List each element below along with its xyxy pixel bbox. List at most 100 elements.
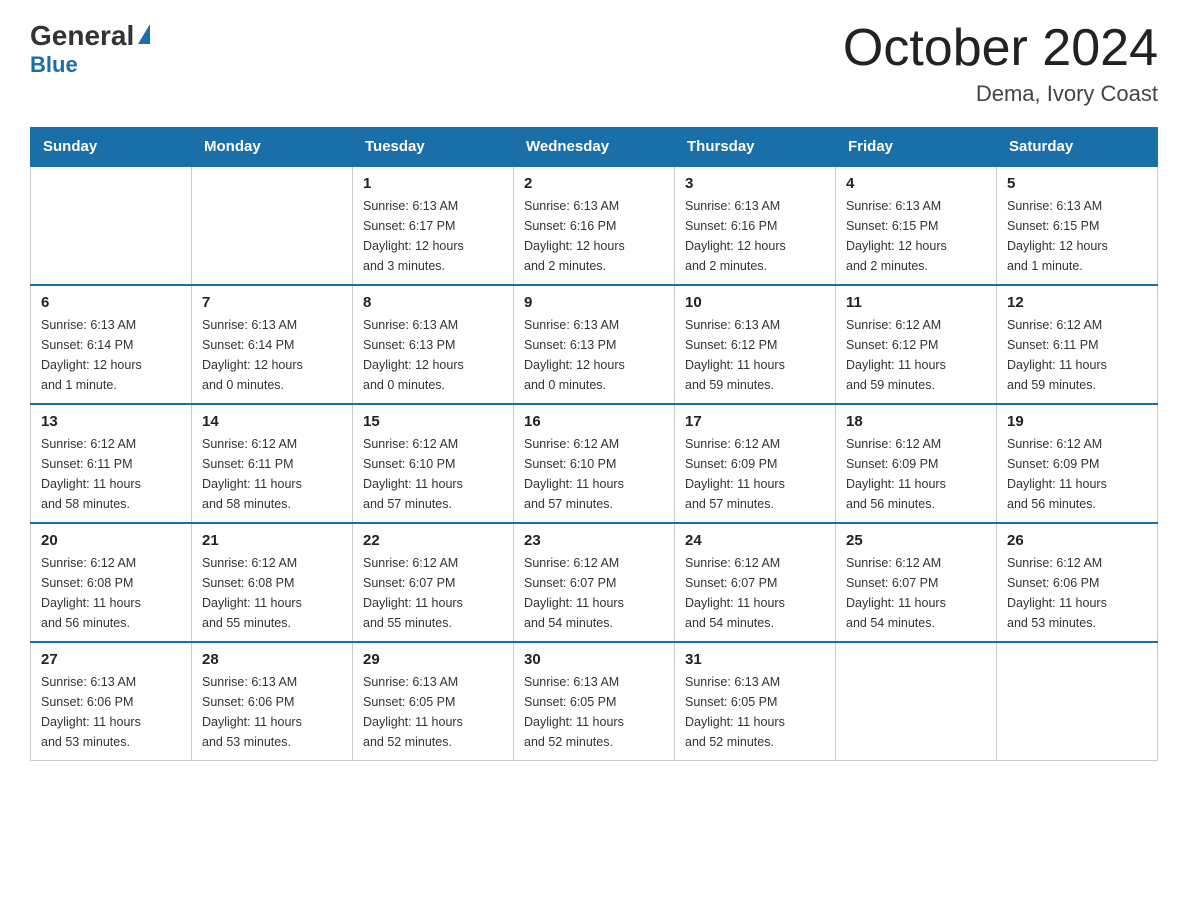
- day-number: 14: [202, 413, 342, 430]
- day-number: 17: [685, 413, 825, 430]
- calendar-cell: 18Sunrise: 6:12 AMSunset: 6:09 PMDayligh…: [836, 404, 997, 523]
- day-info: Sunrise: 6:12 AMSunset: 6:08 PMDaylight:…: [41, 553, 181, 633]
- calendar-cell: 9 Sunrise: 6:13 AMSunset: 6:13 PMDaylight…: [514, 285, 675, 404]
- header-thursday: Thursday: [675, 128, 836, 167]
- calendar-cell: 21 Sunrise: 6:12 AMSunset: 6:08 PMDayligh…: [192, 523, 353, 642]
- day-info: Sunrise: 6:12 AMSunset: 6:07 PMDaylight:…: [524, 553, 664, 633]
- calendar-cell: [997, 642, 1158, 761]
- calendar-cell: [836, 642, 997, 761]
- day-info: Sunrise: 6:12 AMSunset: 6:11 PMDaylight:…: [41, 434, 181, 514]
- header-tuesday: Tuesday: [353, 128, 514, 167]
- day-info: Sunrise: 6:12 AMSunset: 6:07 PMDaylight:…: [685, 553, 825, 633]
- week-row-4: 20 Sunrise: 6:12 AMSunset: 6:08 PMDayligh…: [31, 523, 1158, 642]
- calendar-cell: 8 Sunrise: 6:13 AMSunset: 6:13 PMDaylight…: [353, 285, 514, 404]
- day-number: 27: [41, 651, 181, 668]
- calendar-cell: 30Sunrise: 6:13 AMSunset: 6:05 PMDayligh…: [514, 642, 675, 761]
- day-info: Sunrise: 6:12 AMSunset: 6:11 PMDaylight:…: [1007, 315, 1147, 395]
- day-number: 16: [524, 413, 664, 430]
- day-number: 5: [1007, 175, 1147, 192]
- day-info: Sunrise: 6:13 AMSunset: 6:14 PMDaylight:…: [41, 315, 181, 395]
- day-number: 9: [524, 294, 664, 311]
- day-number: 4: [846, 175, 986, 192]
- calendar-cell: 17 Sunrise: 6:12 AMSunset: 6:09 PMDayligh…: [675, 404, 836, 523]
- calendar-cell: 23 Sunrise: 6:12 AMSunset: 6:07 PMDayligh…: [514, 523, 675, 642]
- calendar-cell: 13 Sunrise: 6:12 AMSunset: 6:11 PMDayligh…: [31, 404, 192, 523]
- day-info: Sunrise: 6:13 AMSunset: 6:06 PMDaylight:…: [41, 672, 181, 752]
- day-number: 11: [846, 294, 986, 311]
- day-number: 18: [846, 413, 986, 430]
- day-number: 21: [202, 532, 342, 549]
- calendar-cell: 15Sunrise: 6:12 AMSunset: 6:10 PMDayligh…: [353, 404, 514, 523]
- day-info: Sunrise: 6:12 AMSunset: 6:12 PMDaylight:…: [846, 315, 986, 395]
- day-number: 13: [41, 413, 181, 430]
- day-number: 23: [524, 532, 664, 549]
- calendar-cell: 19 Sunrise: 6:12 AMSunset: 6:09 PMDayligh…: [997, 404, 1158, 523]
- calendar-cell: 1 Sunrise: 6:13 AMSunset: 6:17 PMDaylight…: [353, 166, 514, 285]
- calendar-cell: 6 Sunrise: 6:13 AMSunset: 6:14 PMDaylight…: [31, 285, 192, 404]
- day-info: Sunrise: 6:12 AMSunset: 6:09 PMDaylight:…: [685, 434, 825, 514]
- day-number: 26: [1007, 532, 1147, 549]
- day-info: Sunrise: 6:13 AMSunset: 6:13 PMDaylight:…: [524, 315, 664, 395]
- calendar-cell: 20 Sunrise: 6:12 AMSunset: 6:08 PMDayligh…: [31, 523, 192, 642]
- day-info: Sunrise: 6:12 AMSunset: 6:10 PMDaylight:…: [524, 434, 664, 514]
- week-row-5: 27 Sunrise: 6:13 AMSunset: 6:06 PMDayligh…: [31, 642, 1158, 761]
- day-number: 22: [363, 532, 503, 549]
- day-number: 15: [363, 413, 503, 430]
- location-title: Dema, Ivory Coast: [843, 81, 1158, 107]
- week-row-2: 6 Sunrise: 6:13 AMSunset: 6:14 PMDaylight…: [31, 285, 1158, 404]
- month-title: October 2024: [843, 20, 1158, 77]
- day-info: Sunrise: 6:13 AMSunset: 6:05 PMDaylight:…: [685, 672, 825, 752]
- calendar-cell: 11 Sunrise: 6:12 AMSunset: 6:12 PMDayligh…: [836, 285, 997, 404]
- calendar-cell: 2 Sunrise: 6:13 AMSunset: 6:16 PMDaylight…: [514, 166, 675, 285]
- day-number: 7: [202, 294, 342, 311]
- day-info: Sunrise: 6:12 AMSunset: 6:07 PMDaylight:…: [363, 553, 503, 633]
- day-number: 2: [524, 175, 664, 192]
- calendar-cell: 7 Sunrise: 6:13 AMSunset: 6:14 PMDaylight…: [192, 285, 353, 404]
- title-area: October 2024 Dema, Ivory Coast: [843, 20, 1158, 107]
- day-number: 25: [846, 532, 986, 549]
- header-wednesday: Wednesday: [514, 128, 675, 167]
- calendar-cell: 25Sunrise: 6:12 AMSunset: 6:07 PMDayligh…: [836, 523, 997, 642]
- day-info: Sunrise: 6:13 AMSunset: 6:16 PMDaylight:…: [685, 196, 825, 276]
- header-monday: Monday: [192, 128, 353, 167]
- calendar-cell: 14 Sunrise: 6:12 AMSunset: 6:11 PMDayligh…: [192, 404, 353, 523]
- day-number: 10: [685, 294, 825, 311]
- day-info: Sunrise: 6:13 AMSunset: 6:16 PMDaylight:…: [524, 196, 664, 276]
- logo-blue-part: [136, 28, 150, 44]
- header-friday: Friday: [836, 128, 997, 167]
- day-number: 12: [1007, 294, 1147, 311]
- calendar-cell: 16 Sunrise: 6:12 AMSunset: 6:10 PMDayligh…: [514, 404, 675, 523]
- day-number: 19: [1007, 413, 1147, 430]
- header-sunday: Sunday: [31, 128, 192, 167]
- week-row-1: 1 Sunrise: 6:13 AMSunset: 6:17 PMDaylight…: [31, 166, 1158, 285]
- page-header: General Blue October 2024 Dema, Ivory Co…: [30, 20, 1158, 107]
- day-number: 6: [41, 294, 181, 311]
- logo-blue-text: Blue: [30, 52, 78, 78]
- day-info: Sunrise: 6:13 AMSunset: 6:14 PMDaylight:…: [202, 315, 342, 395]
- day-info: Sunrise: 6:13 AMSunset: 6:15 PMDaylight:…: [1007, 196, 1147, 276]
- day-number: 28: [202, 651, 342, 668]
- day-number: 8: [363, 294, 503, 311]
- day-number: 3: [685, 175, 825, 192]
- calendar-table: Sunday Monday Tuesday Wednesday Thursday…: [30, 127, 1158, 761]
- day-info: Sunrise: 6:13 AMSunset: 6:17 PMDaylight:…: [363, 196, 503, 276]
- day-info: Sunrise: 6:12 AMSunset: 6:09 PMDaylight:…: [1007, 434, 1147, 514]
- calendar-cell: 4 Sunrise: 6:13 AMSunset: 6:15 PMDaylight…: [836, 166, 997, 285]
- day-info: Sunrise: 6:12 AMSunset: 6:11 PMDaylight:…: [202, 434, 342, 514]
- logo-general-text: General: [30, 20, 134, 52]
- calendar-cell: 24Sunrise: 6:12 AMSunset: 6:07 PMDayligh…: [675, 523, 836, 642]
- day-info: Sunrise: 6:13 AMSunset: 6:05 PMDaylight:…: [363, 672, 503, 752]
- day-number: 1: [363, 175, 503, 192]
- day-number: 30: [524, 651, 664, 668]
- day-info: Sunrise: 6:13 AMSunset: 6:06 PMDaylight:…: [202, 672, 342, 752]
- calendar-cell: 5 Sunrise: 6:13 AMSunset: 6:15 PMDaylight…: [997, 166, 1158, 285]
- logo-arrow-icon: [138, 24, 150, 44]
- day-number: 29: [363, 651, 503, 668]
- calendar-cell: 3 Sunrise: 6:13 AMSunset: 6:16 PMDaylight…: [675, 166, 836, 285]
- day-info: Sunrise: 6:12 AMSunset: 6:08 PMDaylight:…: [202, 553, 342, 633]
- day-number: 20: [41, 532, 181, 549]
- day-info: Sunrise: 6:13 AMSunset: 6:13 PMDaylight:…: [363, 315, 503, 395]
- logo: General Blue: [30, 20, 150, 78]
- day-info: Sunrise: 6:13 AMSunset: 6:15 PMDaylight:…: [846, 196, 986, 276]
- week-row-3: 13 Sunrise: 6:12 AMSunset: 6:11 PMDayligh…: [31, 404, 1158, 523]
